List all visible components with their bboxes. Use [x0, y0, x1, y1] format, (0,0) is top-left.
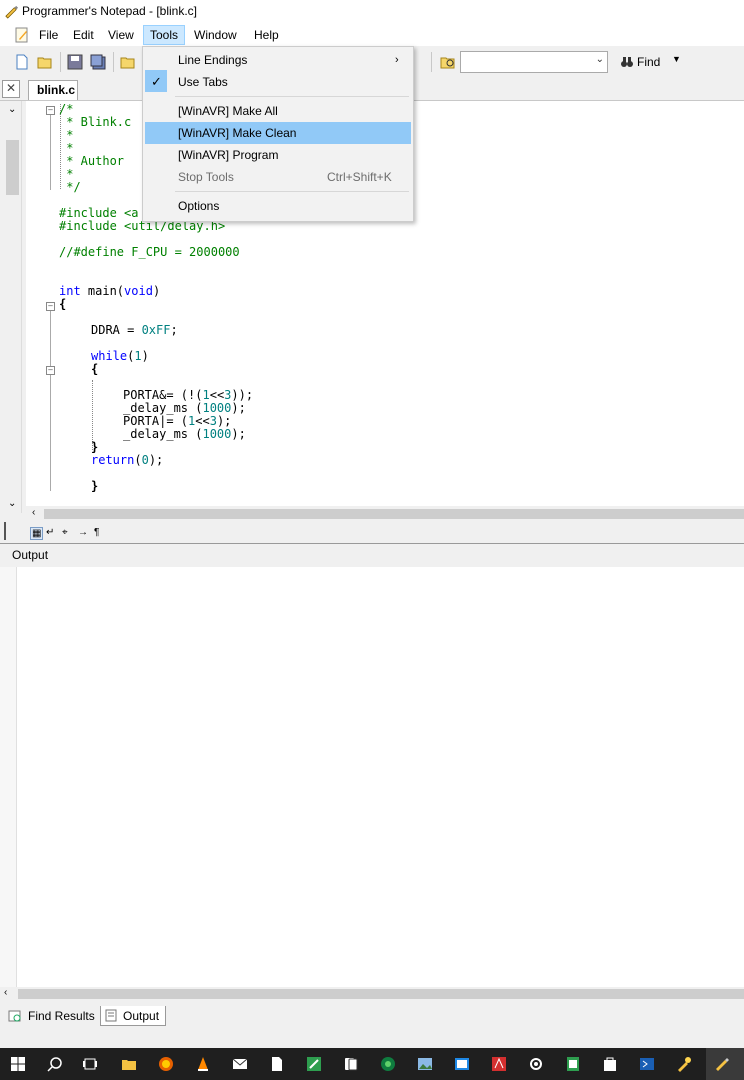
menu-item-stop-tools[interactable]: Stop Tools Ctrl+Shift+K [145, 166, 411, 188]
shortcut-label: Ctrl+Shift+K [327, 170, 392, 184]
checkmark-icon: ✓ [151, 74, 162, 89]
save-icon[interactable] [67, 54, 83, 70]
programmers-notepad-task-icon[interactable] [714, 1056, 730, 1072]
menu-help[interactable]: Help [248, 26, 285, 44]
menu-window[interactable]: Window [188, 26, 243, 44]
menu-edit[interactable]: Edit [67, 26, 100, 44]
fold-toggle-icon[interactable]: – [46, 106, 55, 115]
edge-icon[interactable] [380, 1056, 396, 1072]
menu-item-program[interactable]: [WinAVR] Program [145, 144, 411, 166]
code-line: { [91, 362, 99, 376]
app-icon [5, 5, 19, 19]
wrap-icon[interactable]: ↵ [46, 527, 54, 538]
menu-item-options[interactable]: Options [145, 195, 411, 217]
code-line: return(0); [91, 453, 164, 467]
fold-toggle-icon[interactable]: – [46, 366, 55, 375]
open-file-icon[interactable] [37, 54, 53, 70]
code-line: _delay_ms (1000); [123, 427, 246, 441]
task-view-icon[interactable] [82, 1056, 98, 1072]
search-combo[interactable]: ⌄ [460, 51, 608, 73]
acrobat-icon[interactable] [491, 1056, 507, 1072]
scroll-up-icon[interactable]: ⌄ [8, 104, 16, 115]
app-window-icon[interactable] [454, 1056, 470, 1072]
menu-item-line-endings[interactable]: Line Endings › [145, 49, 411, 71]
scrollbar-thumb[interactable] [18, 989, 744, 999]
menu-tools[interactable]: Tools [143, 25, 186, 45]
code-line: */ [59, 180, 81, 194]
green-app-icon[interactable] [306, 1056, 322, 1072]
new-file-icon[interactable] [14, 54, 30, 70]
grid-icon[interactable]: ⌖ [62, 527, 68, 538]
menu-item-make-clean[interactable]: [WinAVR] Make Clean [145, 122, 411, 144]
title-bar: Programmer's Notepad - [blink.c] [0, 0, 744, 24]
tab-output[interactable]: Output [100, 1006, 166, 1026]
code-line: while(1) [91, 349, 149, 363]
menu-file[interactable]: File [33, 26, 64, 44]
scroll-left-icon[interactable]: ‹ [4, 987, 7, 998]
taskbar [0, 1048, 744, 1080]
document-icon[interactable] [269, 1056, 285, 1072]
find-button[interactable]: Find [637, 53, 660, 71]
binoculars-icon[interactable] [620, 55, 634, 69]
find-folder-icon[interactable] [440, 54, 456, 70]
tools-menu-dropdown: Line Endings › ✓ Use Tabs [WinAVR] Make … [142, 46, 414, 222]
scrollbar-thumb[interactable] [44, 509, 744, 519]
menu-item-use-tabs[interactable]: ✓ Use Tabs [145, 71, 411, 93]
submenu-arrow-icon: › [395, 54, 399, 66]
output-icon [105, 1009, 117, 1022]
find-dropdown-icon[interactable]: ▼ [672, 54, 681, 64]
save-all-icon[interactable] [90, 54, 106, 70]
store-icon[interactable] [602, 1056, 618, 1072]
windows-start-icon[interactable] [10, 1056, 26, 1072]
code-line: //#define F_CPU = 2000000 [59, 245, 240, 259]
menu-item-make-all[interactable]: [WinAVR] Make All [145, 100, 411, 122]
view-mode-icon[interactable]: ▦ [30, 527, 44, 540]
scrollbar-thumb[interactable] [6, 140, 19, 195]
output-pane-title: Output [12, 548, 49, 562]
search-icon[interactable] [47, 1056, 63, 1072]
close-tab-icon[interactable]: ✕ [2, 80, 20, 98]
tab-blink-c[interactable]: blink.c [28, 80, 78, 100]
vlc-icon[interactable] [195, 1056, 211, 1072]
pilcrow-icon[interactable]: ¶ [94, 527, 99, 538]
scroll-left-icon[interactable]: ‹ [32, 507, 35, 518]
solitaire-icon[interactable] [343, 1056, 359, 1072]
chevron-down-icon[interactable]: ⌄ [596, 54, 604, 65]
output-text-area[interactable] [0, 567, 744, 987]
code-line: { [59, 297, 67, 311]
code-line: DDRA = 0xFF; [91, 323, 178, 337]
powershell-icon[interactable] [639, 1056, 655, 1072]
window-title: Programmer's Notepad - [blink.c] [22, 4, 198, 18]
folder-icon[interactable] [120, 54, 136, 70]
fold-toggle-icon[interactable]: – [46, 302, 55, 311]
output-gutter [0, 567, 17, 987]
code-line: int main(void) [59, 284, 161, 298]
menu-view[interactable]: View [102, 26, 140, 44]
mail-icon[interactable] [232, 1056, 248, 1072]
file-explorer-icon[interactable] [121, 1056, 137, 1072]
firefox-icon[interactable] [158, 1056, 174, 1072]
photos-icon[interactable] [417, 1056, 433, 1072]
paint-tool-icon[interactable] [676, 1056, 692, 1072]
settings-gear-icon[interactable] [528, 1056, 544, 1072]
code-line: } [91, 479, 99, 493]
menu-bar: File Edit View Tools Window Help [0, 24, 744, 46]
spreadsheet-icon[interactable] [565, 1056, 581, 1072]
output-pane-header [0, 543, 744, 568]
tab-find-results[interactable]: Find Results [6, 1006, 95, 1026]
notepad-icon [15, 27, 28, 43]
editor-status-strip [0, 521, 744, 544]
arrow-right-icon[interactable]: → [78, 527, 88, 538]
scroll-down-icon[interactable]: ⌄ [8, 498, 16, 509]
